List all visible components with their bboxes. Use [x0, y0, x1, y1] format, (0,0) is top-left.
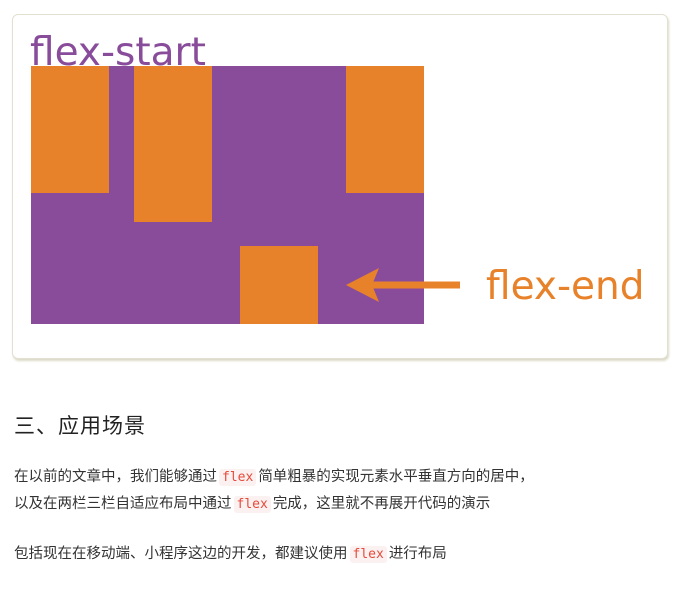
paragraph-1-text: 简单粗暴的实现元素水平垂直方向的居中， — [258, 469, 534, 485]
paragraph-1-text: 以及在两栏三栏自适应布局中通过 — [14, 496, 232, 512]
paragraph-2-text: 包括现在在移动端、小程序这边的开发，都建议使用 — [14, 546, 348, 562]
flex-item-1 — [31, 66, 109, 193]
paragraph-1-text: 在以前的文章中，我们能够通过 — [14, 469, 217, 485]
paragraph-1: 在以前的文章中，我们能够通过 flex 简单粗暴的实现元素水平垂直方向的居中， 以及在… — [14, 464, 534, 518]
paragraph-1-text: 完成，这里就不再展开代码的演示 — [272, 496, 491, 512]
flex-item-4 — [346, 66, 424, 193]
flex-item-2 — [134, 66, 212, 222]
flex-diagram: flex-start flex-end — [30, 30, 645, 324]
paragraph-2: 包括现在在移动端、小程序这边的开发，都建议使用 flex 进行布局 — [14, 541, 447, 568]
flex-start-label: flex-start — [30, 30, 206, 75]
section-heading: 三、应用场景 — [14, 414, 146, 438]
flex-end-label: flex-end — [486, 264, 645, 309]
inline-code-flex: flex — [349, 546, 387, 563]
flex-alignment-figure: flex-start flex-end — [12, 14, 668, 359]
inline-code-flex: flex — [219, 469, 257, 486]
flex-item-3 — [240, 246, 318, 324]
inline-code-flex: flex — [233, 496, 271, 513]
paragraph-2-text: 进行布局 — [388, 546, 447, 562]
